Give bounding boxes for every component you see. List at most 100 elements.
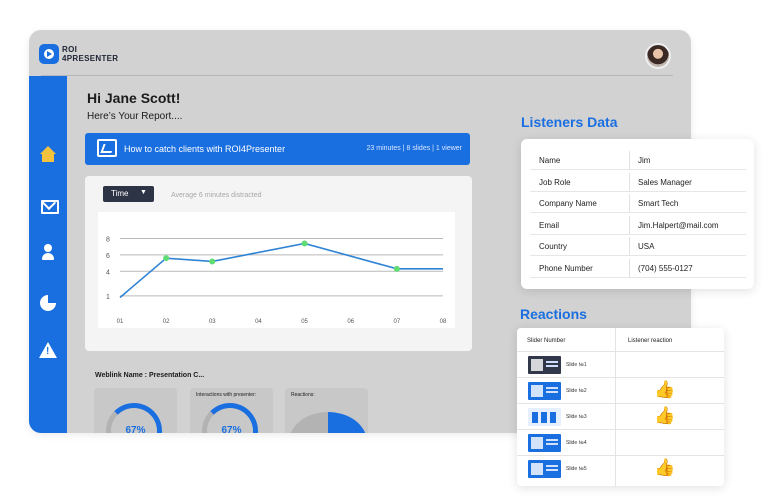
table-row[interactable]: Slide №5 👍 (517, 456, 724, 482)
listener-row: Country USA (530, 235, 746, 256)
slide-label: Slide №1 (566, 362, 587, 368)
x-tick-label: 04 (255, 319, 262, 325)
pie-chart-icon[interactable] (38, 294, 58, 312)
x-tick-label: 05 (301, 319, 308, 325)
table-row[interactable]: Slide №4 (517, 430, 724, 456)
listener-key: Email (539, 221, 560, 230)
distracted-note: Average 6 minutes distracted (171, 192, 262, 199)
data-point (209, 258, 216, 265)
listener-row: Name Jim (530, 149, 746, 170)
logo-line-1: ROI (62, 45, 78, 54)
logo-line-2: 4PRESENTER (62, 54, 119, 63)
data-point (393, 265, 400, 272)
page: ROI 4PRESENTER Hi Jane Scott! Here’s You… (0, 0, 768, 501)
mail-icon[interactable] (38, 196, 59, 214)
divider (629, 151, 630, 169)
y-tick-label: 8 (106, 237, 110, 244)
warning-icon[interactable] (38, 342, 58, 360)
slide-thumbnail (528, 408, 561, 426)
attention-chart-card: Time ▼ Average 6 minutes distracted 8 6 4 1… (85, 176, 472, 351)
divider (41, 75, 673, 76)
slide-label: Slide №2 (566, 388, 587, 394)
stat-card-1: 67% (94, 388, 177, 433)
table-row[interactable]: Slide №1 (517, 352, 724, 378)
listener-value: Smart Tech (638, 199, 679, 208)
slide-label: Slide №4 (566, 440, 587, 446)
avatar[interactable] (645, 43, 671, 69)
listener-key: Phone Number (539, 264, 593, 273)
listener-row: Company Name Smart Tech (530, 192, 746, 213)
line-chart: 8 6 4 1 01 02 03 04 05 06 07 08 (106, 237, 447, 325)
thumbs-up-icon: 👍 (654, 406, 676, 425)
time-dropdown-label: Time (111, 189, 129, 198)
listener-row: Phone Number (704) 555-0127 (530, 257, 746, 278)
listener-key: Company Name (539, 199, 597, 208)
slide-thumbnail (528, 460, 561, 478)
user-icon[interactable] (38, 244, 58, 262)
stat-card-value: 67% (221, 425, 242, 433)
slide-thumbnail (528, 434, 561, 452)
listener-value: Jim.Halpert@mail.com (638, 221, 719, 230)
weblink-name: Weblink Name : Presentation C... (95, 372, 205, 379)
stat-card-title: Reactions: (291, 392, 315, 398)
reactions-chart (289, 412, 367, 433)
presentation-icon (97, 139, 117, 157)
listener-row: Email Jim.Halpert@mail.com (530, 214, 746, 235)
listener-row: Job Role Sales Manager (530, 171, 746, 192)
table-row[interactable]: Slide №2 👍 (517, 378, 724, 404)
divider (629, 216, 630, 234)
listeners-title: Listeners Data (521, 114, 618, 130)
y-tick-label: 6 (106, 253, 110, 260)
divider (629, 259, 630, 277)
presentation-title: How to catch clients with ROI4Presenter (124, 144, 286, 154)
stat-card-2: Interactions with presenter: 67% (190, 388, 273, 433)
divider (629, 194, 630, 212)
listener-value: USA (638, 242, 655, 251)
x-tick-label: 01 (117, 319, 124, 325)
slide-label: Slide №5 (566, 466, 587, 472)
x-tick-label: 03 (209, 319, 216, 325)
slide-thumbnail (528, 356, 561, 374)
presentation-banner[interactable]: How to catch clients with ROI4Presenter … (85, 133, 470, 165)
stat-card-title: Interactions with presenter: (196, 392, 257, 398)
presentation-meta: 23 minutes | 8 slides | 1 viewer (366, 145, 462, 152)
x-tick-label: 02 (163, 319, 170, 325)
y-tick-label: 1 (106, 294, 110, 301)
plot-area: 8 6 4 1 01 02 03 04 05 06 07 08 (98, 212, 455, 328)
data-point (301, 240, 308, 247)
time-dropdown[interactable]: Time ▼ (103, 186, 154, 202)
thumbs-up-icon: 👍 (654, 380, 676, 399)
y-tick-label: 4 (106, 269, 110, 276)
chevron-down-icon: ▼ (140, 189, 147, 196)
x-tick-label: 08 (440, 319, 447, 325)
column-header-slide: Slider Number (527, 338, 566, 344)
sidebar (29, 76, 67, 433)
listener-value: Jim (638, 156, 651, 165)
data-point (163, 255, 170, 262)
thumbs-up-icon: 👍 (654, 458, 676, 477)
slide-thumbnail (528, 382, 561, 400)
reactions-title: Reactions (520, 306, 587, 322)
table-row[interactable]: Slide №3 👍 (517, 404, 724, 430)
column-header-reaction: Listener reaction (628, 338, 673, 344)
home-icon[interactable] (38, 146, 58, 164)
listener-value: (704) 555-0127 (638, 264, 693, 273)
listener-key: Job Role (539, 178, 571, 187)
logo-icon (39, 44, 59, 64)
reactions-header: Slider Number Listener reaction (517, 328, 724, 352)
logo[interactable]: ROI 4PRESENTER (62, 45, 118, 63)
listener-value: Sales Manager (638, 178, 692, 187)
subgreeting: Here’s Your Report.... (87, 111, 183, 122)
x-tick-label: 07 (394, 319, 401, 325)
listener-key: Country (539, 242, 568, 251)
divider (629, 173, 630, 191)
slide-label: Slide №3 (566, 414, 587, 420)
stat-card-3: Reactions: (285, 388, 368, 433)
top-bar: ROI 4PRESENTER (29, 30, 691, 74)
stat-card-value: 67% (125, 425, 146, 433)
divider (629, 237, 630, 255)
reactions-table: Slider Number Listener reaction Slide №1… (517, 328, 724, 486)
listener-key: Name (539, 156, 561, 165)
listeners-data-card: Name Jim Job Role Sales Manager Company … (521, 139, 754, 289)
greeting: Hi Jane Scott! (87, 90, 181, 106)
